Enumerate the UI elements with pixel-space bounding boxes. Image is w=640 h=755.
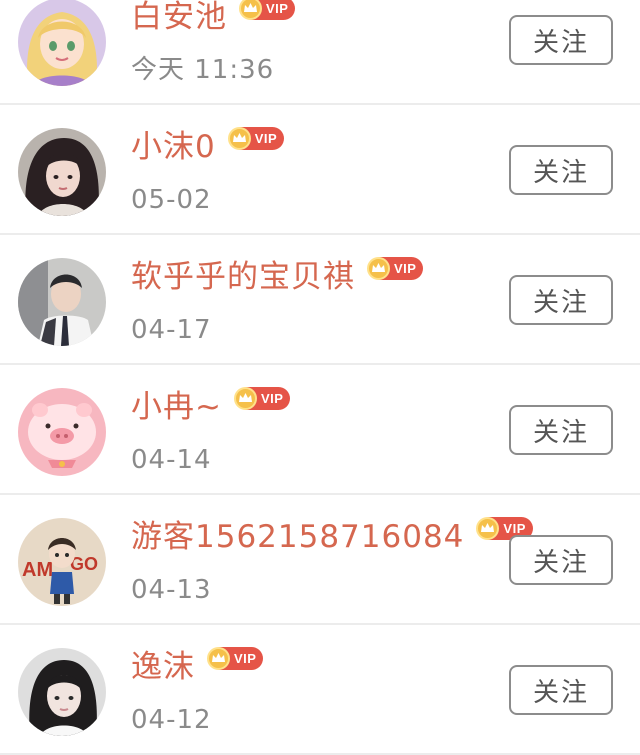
follow-button[interactable]: 关注 [509, 145, 613, 195]
follow-button[interactable]: 关注 [509, 275, 613, 325]
user-name[interactable]: 白安池 [131, 0, 227, 41]
pink-pig-avatar-icon [18, 388, 106, 476]
user-name[interactable]: 逸沫 [131, 643, 195, 691]
crown-icon [207, 646, 230, 670]
crown-icon [227, 126, 251, 150]
vip-label: VIP [503, 520, 526, 536]
crown-icon [233, 386, 257, 410]
user-name[interactable]: 小沫0 [131, 123, 216, 171]
crown-icon [476, 516, 500, 540]
list-item[interactable]: 白安池 VIP 今天 11:36 关注 [0, 0, 640, 105]
crown-icon [367, 256, 390, 280]
vip-badge: VIP [207, 646, 264, 670]
avatar[interactable]: AM GO [18, 518, 106, 606]
list-item[interactable]: 软乎乎的宝贝祺 VIP 04-17 关注 [0, 235, 640, 365]
avatar[interactable] [18, 648, 106, 736]
list-item[interactable]: 小沫0 VIP 05-02 关注 [0, 105, 640, 235]
vip-label: VIP [234, 650, 257, 666]
name-line: 白安池 VIP [131, 0, 296, 41]
name-line: 小冉~ VIP [131, 383, 291, 431]
svg-text:AM: AM [22, 559, 53, 581]
girl-photo-avatar-icon [18, 128, 106, 216]
boy-uniform-photo-avatar-icon [18, 258, 106, 346]
follow-date: 04-13 [131, 575, 212, 605]
cartoon-boy-amigo-avatar-icon: AM GO [18, 518, 106, 606]
follow-button[interactable]: 关注 [509, 15, 613, 65]
vip-label: VIP [254, 130, 278, 146]
vip-label: VIP [394, 260, 417, 276]
user-name[interactable]: 小冉~ [131, 383, 222, 431]
name-line: 软乎乎的宝贝祺 VIP [131, 253, 424, 301]
list-item[interactable]: 逸沫 VIP 04-12 关注 [0, 625, 640, 755]
follow-date: 05-02 [131, 185, 212, 215]
follow-list: 白安池 VIP 今天 11:36 关注 小沫0 VIP 05-02 关注 软乎乎… [0, 0, 640, 755]
follow-button[interactable]: 关注 [509, 665, 613, 715]
avatar[interactable] [18, 258, 106, 346]
vip-label: VIP [266, 0, 289, 16]
avatar[interactable] [18, 0, 106, 86]
avatar[interactable] [18, 388, 106, 476]
avatar[interactable] [18, 128, 106, 216]
cartoon-princess-avatar-icon [18, 0, 106, 86]
vip-badge: VIP [227, 126, 285, 150]
list-item[interactable]: 小冉~ VIP 04-14 关注 [0, 365, 640, 495]
follow-button[interactable]: 关注 [509, 535, 613, 585]
name-line: 小沫0 VIP [131, 123, 285, 171]
user-name[interactable]: 游客1562158716084 [131, 513, 464, 561]
girl-selfie-avatar-icon [18, 648, 106, 736]
vip-label: VIP [260, 390, 284, 406]
name-line: 逸沫 VIP [131, 643, 264, 691]
follow-date: 04-12 [131, 705, 212, 735]
vip-badge: VIP [239, 0, 296, 20]
follow-button[interactable]: 关注 [509, 405, 613, 455]
list-item[interactable]: AM GO 游客1562158716084 VIP 04-13 关注 [0, 495, 640, 625]
vip-badge: VIP [233, 386, 291, 410]
follow-date: 04-14 [131, 445, 212, 475]
follow-date: 04-17 [131, 315, 212, 345]
crown-icon [239, 0, 262, 20]
user-name[interactable]: 软乎乎的宝贝祺 [131, 253, 355, 301]
follow-date: 今天 11:36 [131, 55, 275, 85]
name-line: 游客1562158716084 VIP [131, 513, 533, 561]
vip-badge: VIP [367, 256, 424, 280]
